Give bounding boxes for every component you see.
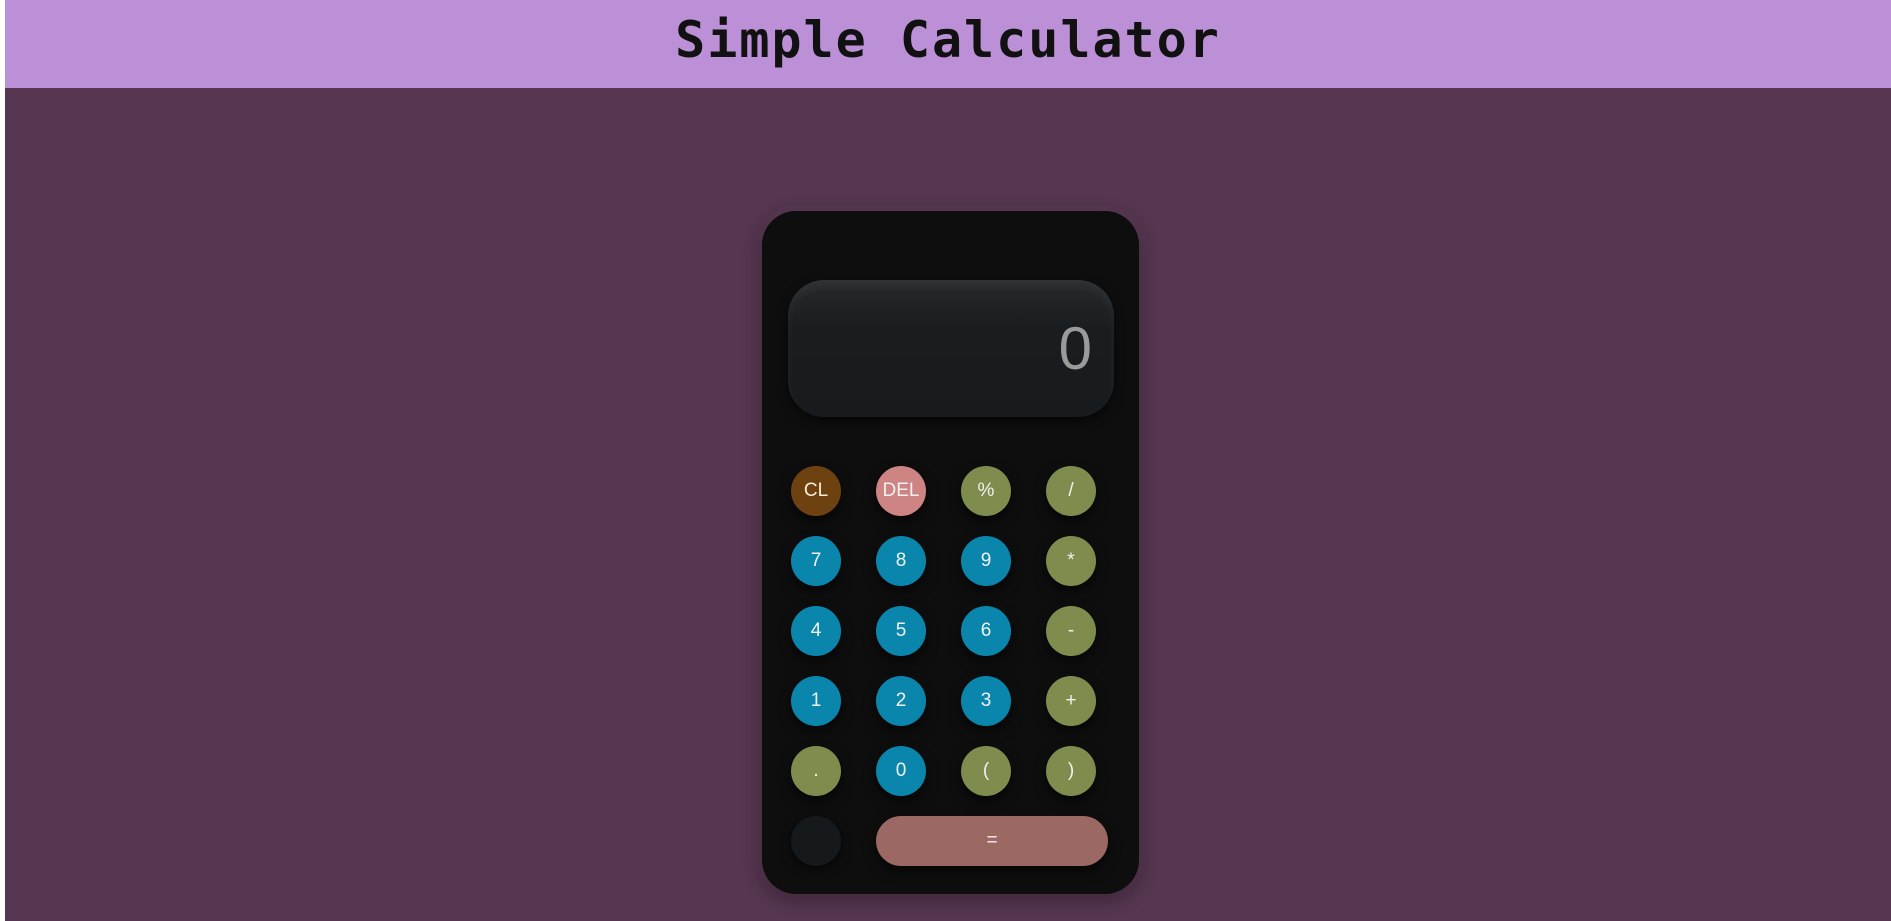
page-title: Simple Calculator bbox=[675, 11, 1221, 69]
theme-toggle-button[interactable] bbox=[791, 816, 841, 866]
percent-button[interactable]: % bbox=[961, 466, 1011, 516]
digit-2-button[interactable]: 2 bbox=[876, 676, 926, 726]
digit-9-button[interactable]: 9 bbox=[961, 536, 1011, 586]
decimal-button[interactable]: . bbox=[791, 746, 841, 796]
digit-8-button[interactable]: 8 bbox=[876, 536, 926, 586]
calculator: 0 CL DEL % / 7 8 9 * 4 5 6 - 1 2 3 + . 0… bbox=[762, 211, 1139, 894]
digit-7-button[interactable]: 7 bbox=[791, 536, 841, 586]
display-screen: 0 bbox=[788, 280, 1114, 417]
app-frame: Simple Calculator 0 CL DEL % / 7 8 9 * 4… bbox=[5, 0, 1891, 921]
clear-button[interactable]: CL bbox=[791, 466, 841, 516]
digit-4-button[interactable]: 4 bbox=[791, 606, 841, 656]
digit-0-button[interactable]: 0 bbox=[876, 746, 926, 796]
subtract-button[interactable]: - bbox=[1046, 606, 1096, 656]
digit-3-button[interactable]: 3 bbox=[961, 676, 1011, 726]
equals-button[interactable]: = bbox=[876, 816, 1108, 866]
open-paren-button[interactable]: ( bbox=[961, 746, 1011, 796]
divide-button[interactable]: / bbox=[1046, 466, 1096, 516]
digit-1-button[interactable]: 1 bbox=[791, 676, 841, 726]
moon-icon bbox=[810, 835, 823, 848]
header-bar: Simple Calculator bbox=[5, 0, 1891, 88]
delete-button[interactable]: DEL bbox=[876, 466, 926, 516]
add-button[interactable]: + bbox=[1046, 676, 1096, 726]
multiply-button[interactable]: * bbox=[1046, 536, 1096, 586]
digit-6-button[interactable]: 6 bbox=[961, 606, 1011, 656]
display-value: 0 bbox=[1058, 315, 1092, 382]
digit-5-button[interactable]: 5 bbox=[876, 606, 926, 656]
close-paren-button[interactable]: ) bbox=[1046, 746, 1096, 796]
